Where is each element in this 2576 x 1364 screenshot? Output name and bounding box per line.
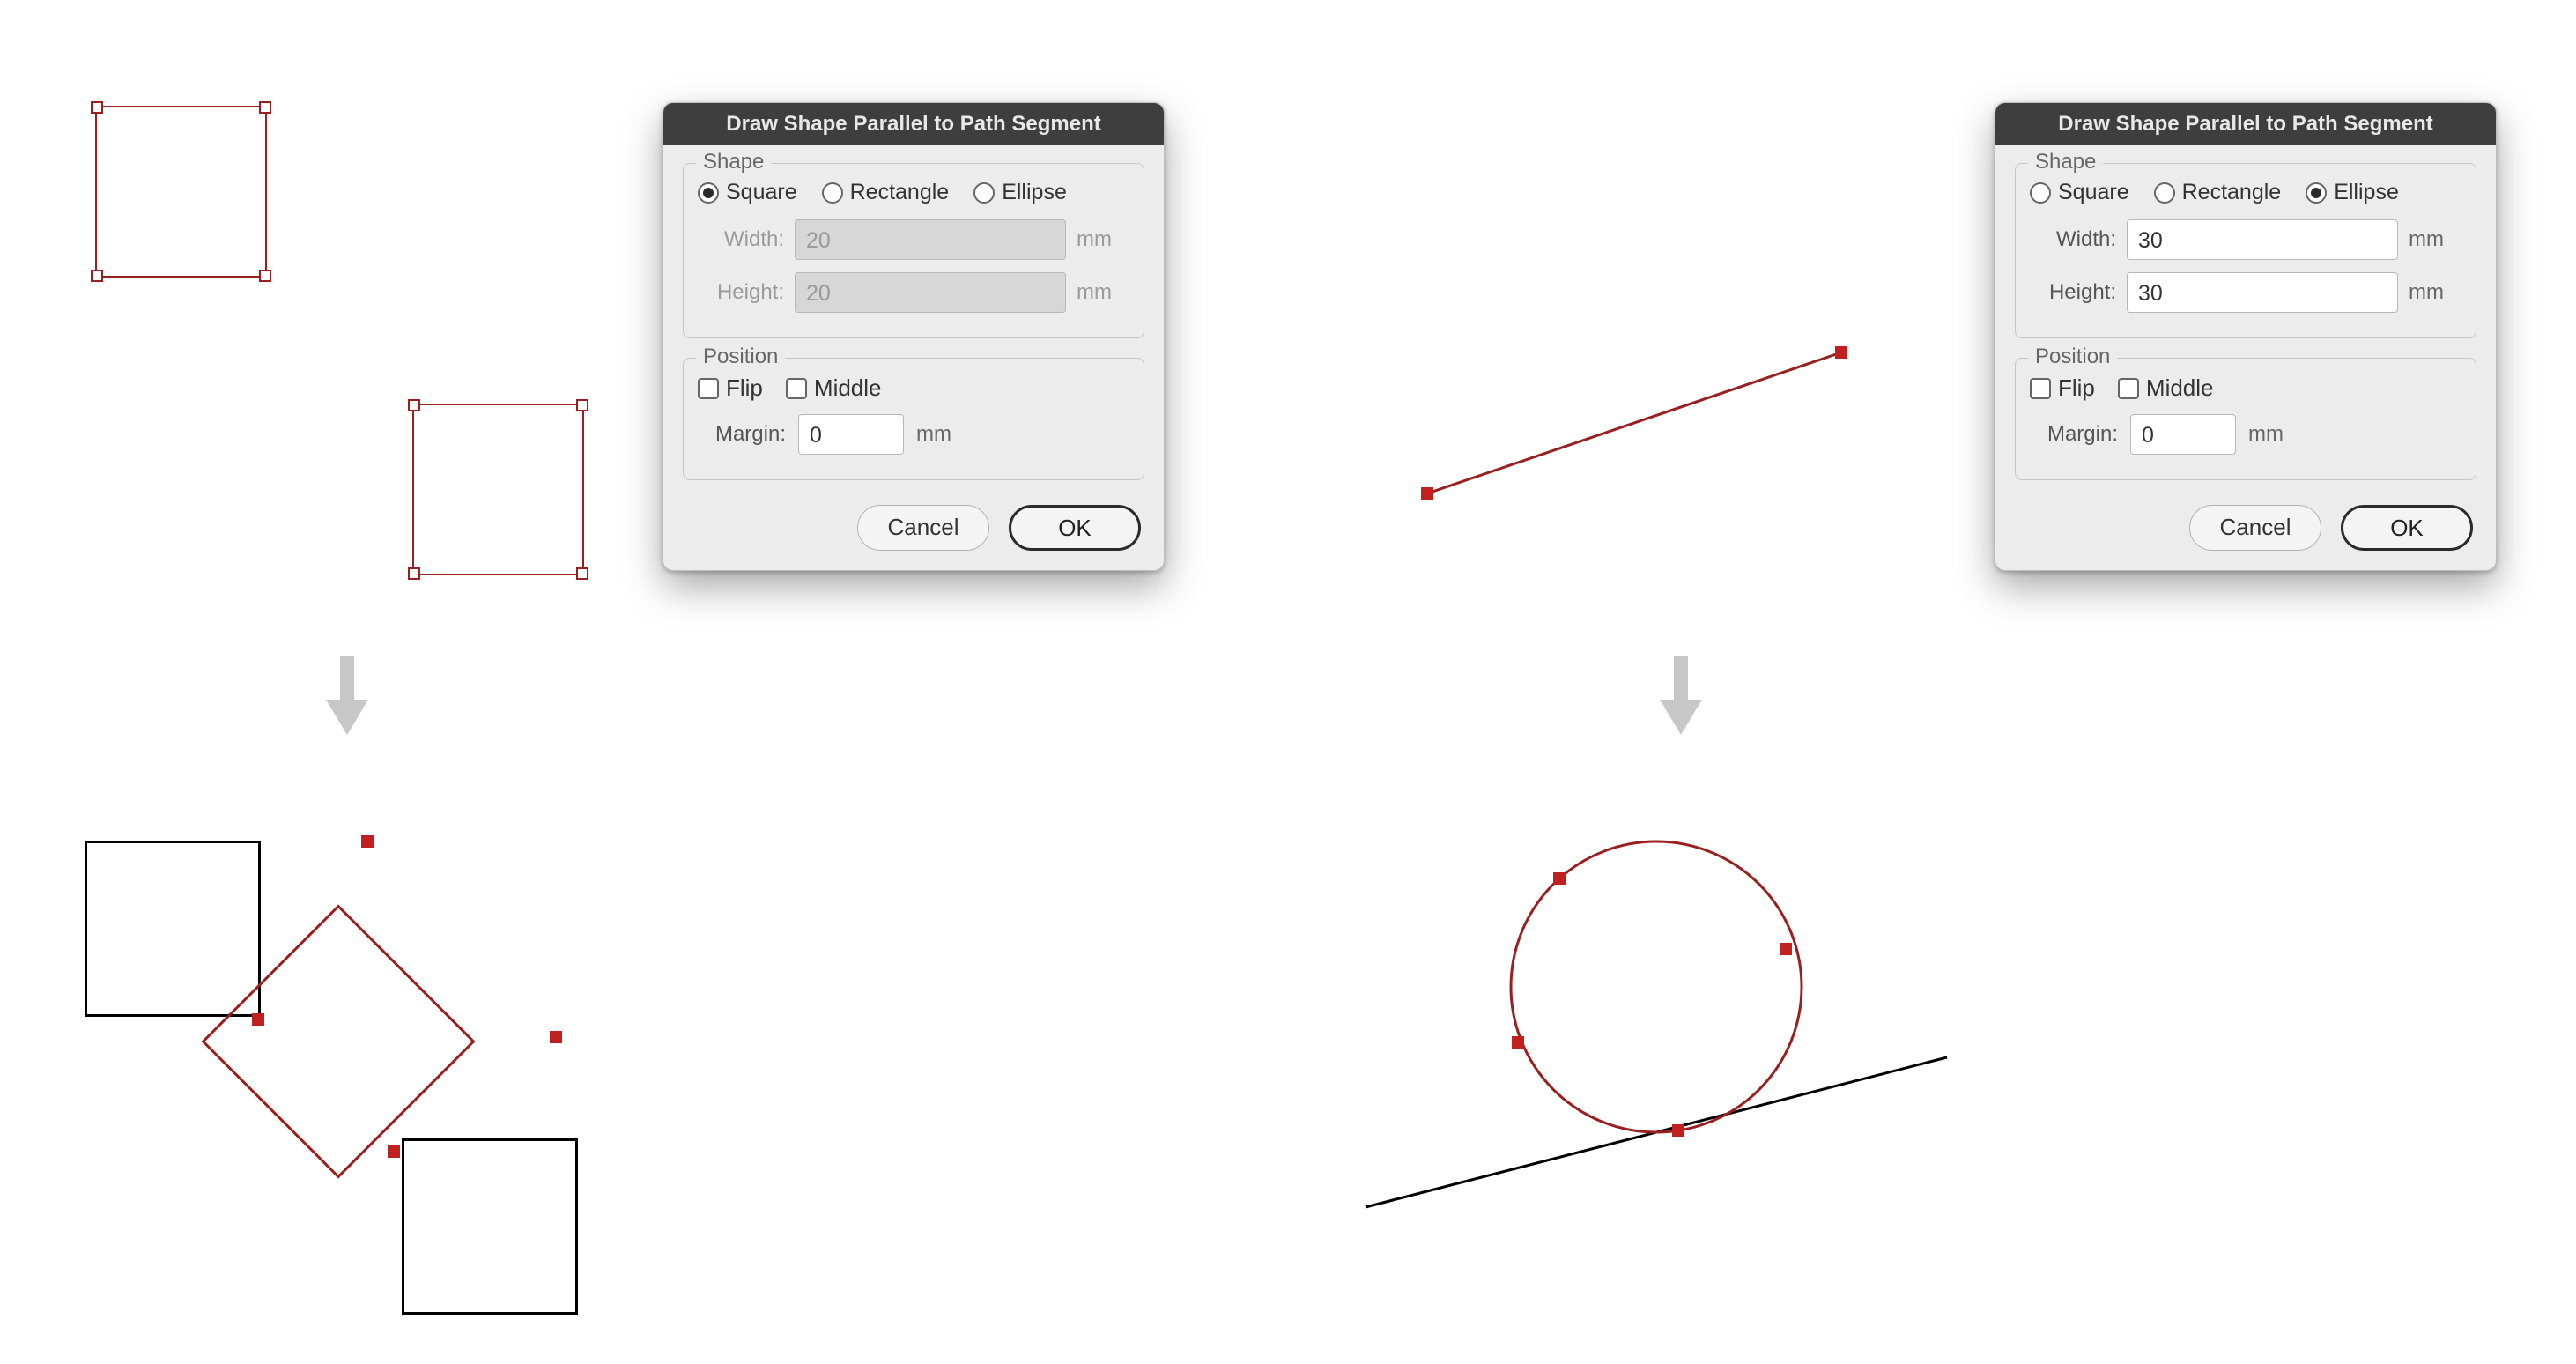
radio-icon: [2030, 182, 2051, 204]
down-arrow-icon: [1660, 656, 1702, 735]
margin-input[interactable]: 0: [798, 414, 904, 455]
dialog-left: Draw Shape Parallel to Path Segment Shap…: [663, 102, 1165, 571]
ok-button[interactable]: OK: [1009, 505, 1141, 551]
anchor-dot: [252, 1013, 264, 1026]
checkbox-flip[interactable]: Flip: [698, 374, 763, 402]
radio-square[interactable]: Square: [698, 180, 797, 205]
radio-icon: [2306, 182, 2327, 204]
height-unit: mm: [1077, 280, 1129, 305]
result-rect-1: [85, 841, 261, 1017]
radio-ellipse[interactable]: Ellipse: [973, 180, 1067, 205]
dialog-right: Draw Shape Parallel to Path Segment Shap…: [1995, 102, 2497, 571]
width-input: 20: [795, 219, 1066, 260]
before-rect-2: [412, 404, 584, 575]
radio-square[interactable]: Square: [2030, 180, 2129, 205]
radio-rectangle[interactable]: Rectangle: [2154, 180, 2282, 205]
margin-unit: mm: [2248, 422, 2301, 447]
dialog-title: Draw Shape Parallel to Path Segment: [1995, 103, 2496, 145]
width-unit: mm: [2409, 227, 2461, 252]
checkbox-middle[interactable]: Middle: [786, 374, 882, 402]
anchor-dot: [388, 1145, 400, 1158]
width-unit: mm: [1077, 227, 1129, 252]
width-label: Width:: [698, 227, 784, 252]
margin-label: Margin:: [2030, 422, 2118, 447]
dialog-title: Draw Shape Parallel to Path Segment: [663, 103, 1164, 145]
checkbox-icon: [2118, 378, 2139, 399]
height-input[interactable]: 30: [2127, 272, 2398, 313]
cancel-button[interactable]: Cancel: [2189, 505, 2321, 551]
margin-unit: mm: [916, 422, 969, 447]
margin-label: Margin:: [698, 422, 786, 447]
result-rect-2: [402, 1138, 578, 1315]
radio-icon: [2154, 182, 2175, 204]
group-position: Position Flip Middle Margin: 0 mm: [2015, 358, 2476, 480]
radio-icon: [698, 182, 719, 204]
group-position-label: Position: [696, 345, 785, 369]
height-label: Height:: [698, 280, 784, 305]
checkbox-icon: [698, 378, 719, 399]
group-shape-label: Shape: [696, 150, 771, 174]
radio-icon: [973, 182, 995, 204]
checkbox-middle[interactable]: Middle: [2118, 374, 2214, 402]
group-position-label: Position: [2028, 345, 2117, 369]
height-unit: mm: [2409, 280, 2461, 305]
cancel-button[interactable]: Cancel: [857, 505, 989, 551]
group-shape: Shape Square Rectangle Ellipse Width: 20: [683, 163, 1144, 338]
radio-ellipse[interactable]: Ellipse: [2306, 180, 2399, 205]
anchor-dot: [550, 1031, 562, 1043]
checkbox-icon: [786, 378, 807, 399]
group-position: Position Flip Middle Margin: 0 mm: [683, 358, 1144, 480]
radio-icon: [822, 182, 843, 204]
before-line: [1401, 335, 1868, 511]
radio-rectangle[interactable]: Rectangle: [822, 180, 950, 205]
before-rect-1: [95, 106, 267, 278]
group-shape-label: Shape: [2028, 150, 2103, 174]
width-input[interactable]: 30: [2127, 219, 2398, 260]
height-input: 20: [795, 272, 1066, 313]
ok-button[interactable]: OK: [2341, 505, 2473, 551]
anchor-dot: [361, 835, 374, 848]
result-circle-scene: [1339, 819, 1973, 1234]
group-shape: Shape Square Rectangle Ellipse Width: 30: [2015, 163, 2476, 338]
checkbox-flip[interactable]: Flip: [2030, 374, 2095, 402]
height-label: Height:: [2030, 280, 2116, 305]
width-label: Width:: [2030, 227, 2116, 252]
down-arrow-icon: [326, 656, 368, 735]
checkbox-icon: [2030, 378, 2051, 399]
margin-input[interactable]: 0: [2130, 414, 2236, 455]
